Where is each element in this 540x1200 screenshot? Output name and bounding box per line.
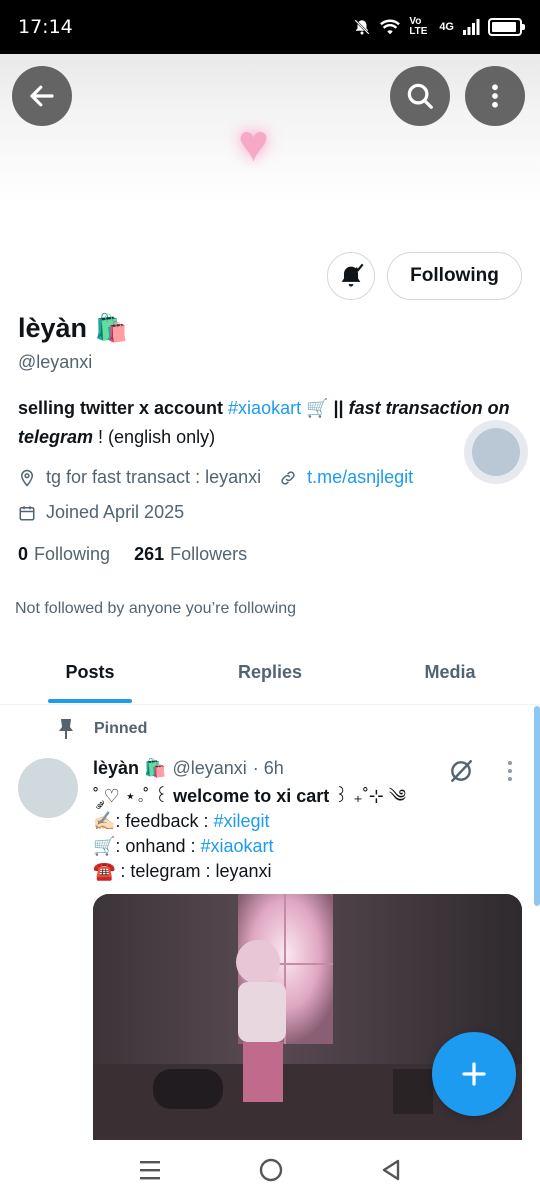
followers-count: 261 [134, 544, 165, 564]
search-button[interactable] [390, 66, 450, 126]
location-row: tg for fast transact : leyanxi t.me/asnj… [18, 467, 413, 488]
grok-icon[interactable] [448, 758, 474, 784]
pinned-label: Pinned [94, 720, 148, 737]
system-nav-bar [0, 1140, 540, 1200]
following-stat[interactable]: 0 Following [18, 544, 110, 565]
bio-hashtag[interactable]: #xiaokart [228, 398, 301, 418]
bell-check-icon [341, 263, 364, 287]
volte-badge: Vo LTE [409, 16, 428, 37]
following-button[interactable]: Following [387, 252, 522, 300]
profile-name: lèyàn 🛍️ [18, 313, 129, 343]
tweet-time: · 6h [252, 758, 284, 778]
tweet-author-handle[interactable]: @leyanxi [172, 758, 246, 779]
following-count: 0 [18, 544, 29, 564]
wifi-icon [380, 19, 401, 35]
notifications-button[interactable] [327, 252, 375, 300]
profile-bio: selling twitter x account #xiaokart 🛒 ||… [18, 394, 518, 452]
location-pin-icon [20, 469, 34, 487]
tweet-author-name[interactable]: lèyàn 🛍️ [93, 758, 166, 779]
mute-notification-icon [354, 19, 370, 35]
tab-replies[interactable]: Replies [180, 640, 360, 704]
floating-avatar-bubble[interactable] [464, 420, 528, 484]
search-icon [407, 83, 433, 109]
joined-row: Joined April 2025 [18, 502, 184, 523]
tweet-line-3: 🛒: onhand : #xiaokart [93, 836, 274, 856]
tweet-text: ˚ ༘♡ ⋆｡˚ ꒰ welcome to xi cart ꒱ ₊˚⊹ ༄ ✍🏻… [93, 784, 513, 884]
pinned-indicator: Pinned [56, 718, 147, 740]
back-nav-icon[interactable] [380, 1158, 402, 1182]
bio-text-1: selling twitter x account [18, 398, 229, 418]
tweet-author-avatar[interactable] [18, 758, 78, 818]
location-text: tg for fast transact : leyanxi [46, 467, 262, 487]
status-bar: 17:14 Vo LTE 4G [0, 0, 540, 54]
network-type: 4G [439, 21, 454, 33]
tab-media[interactable]: Media [360, 640, 540, 704]
following-label: Following [34, 544, 111, 564]
tweet-line-2: ✍🏻: feedback : #xilegit [93, 811, 270, 831]
more-vertical-icon [492, 84, 498, 108]
bio-text-2: 🛒 || [301, 398, 349, 418]
tweet-header: lèyàn 🛍️ @leyanxi · 6h [93, 758, 284, 779]
profile-handle: @leyanxi [18, 352, 93, 372]
compose-post-button[interactable] [432, 1032, 516, 1116]
link-icon [281, 470, 295, 485]
followers-label: Followers [170, 544, 248, 564]
banner-heart: ♥ [238, 115, 269, 173]
not-followed-note: Not followed by anyone you’re following [15, 600, 297, 617]
scrollbar[interactable] [534, 706, 540, 906]
calendar-icon [19, 505, 35, 520]
profile-tabs: Posts Replies Media [0, 640, 540, 705]
tweet-line-4: ☎️ : telegram : leyanxi [93, 861, 272, 881]
tweet-line-1: ˚ ༘♡ ⋆｡˚ ꒰ welcome to xi cart ꒱ ₊˚⊹ ༄ [93, 786, 407, 806]
signal-icon [463, 19, 480, 35]
website-link[interactable]: t.me/asnjlegit [307, 467, 413, 488]
bio-text-4: ! (english only) [93, 427, 216, 447]
joined-text: Joined April 2025 [46, 502, 185, 522]
tweet-hashtag-xiaokart[interactable]: #xiaokart [200, 836, 273, 856]
pin-icon [59, 719, 73, 739]
status-time: 17:14 [18, 16, 73, 38]
battery-icon [488, 18, 525, 36]
profile-banner[interactable]: ♥ [0, 54, 540, 204]
more-options-button[interactable] [465, 66, 525, 126]
plus-icon [462, 1062, 486, 1086]
home-icon[interactable] [258, 1157, 284, 1183]
tweet-more-icon[interactable] [500, 760, 520, 782]
recent-apps-icon[interactable] [138, 1159, 162, 1181]
status-icons: Vo LTE 4G [353, 16, 525, 37]
back-button[interactable] [12, 66, 72, 126]
tab-posts[interactable]: Posts [0, 640, 180, 704]
follow-stats: 0 Following 261 Followers [18, 544, 247, 565]
arrow-left-icon [30, 85, 54, 107]
followers-stat[interactable]: 261 Followers [134, 544, 247, 565]
tweet-hashtag-xilegit[interactable]: #xilegit [213, 811, 269, 831]
